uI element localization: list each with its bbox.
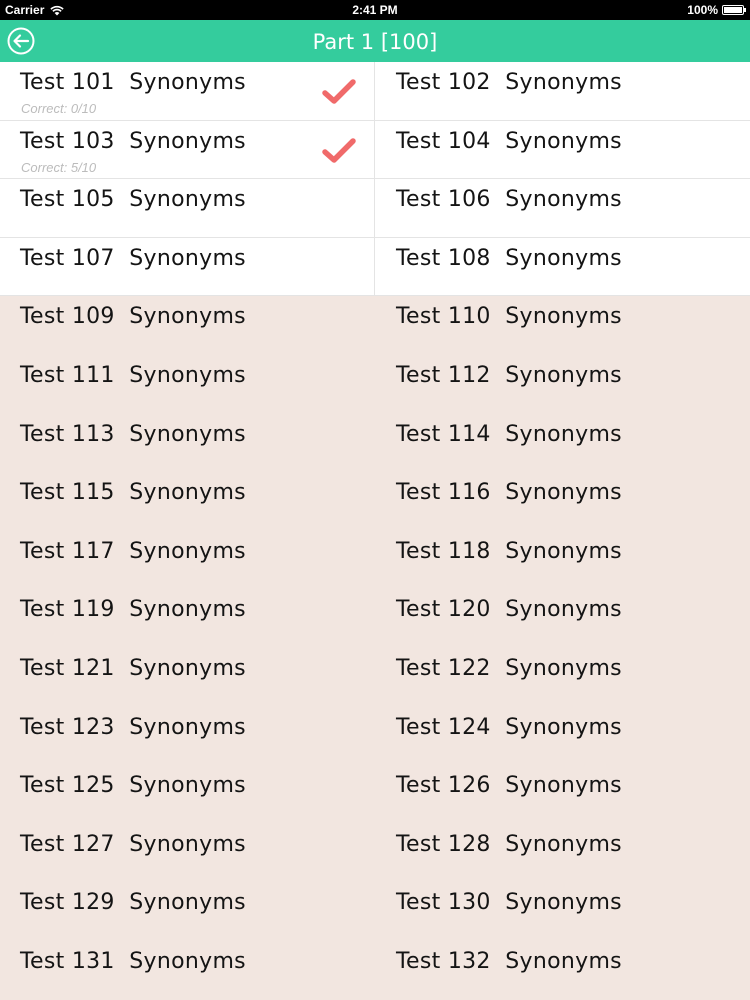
test-label: Test 105 Synonyms — [20, 187, 246, 213]
test-cell[interactable]: Test 131 Synonyms — [0, 941, 375, 1000]
test-cell[interactable]: Test 105 Synonyms — [0, 179, 375, 238]
test-cell[interactable]: Test 128 Synonyms — [375, 824, 750, 883]
test-row: Test 107 Synonyms Test 108 Synonyms — [0, 237, 750, 297]
test-row: Test 119 Synonyms Test 120 Synonyms — [0, 589, 750, 648]
test-label: Test 104 Synonyms — [396, 128, 622, 154]
battery-icon — [722, 5, 746, 15]
test-cell[interactable]: Test 109 Synonyms — [0, 296, 375, 355]
test-label: Test 118 Synonyms — [396, 538, 622, 564]
test-label: Test 123 Synonyms — [20, 714, 246, 740]
test-label: Test 126 Synonyms — [396, 773, 622, 799]
test-row: Test 131 Synonyms Test 132 Synonyms — [0, 941, 750, 1000]
test-label: Test 119 Synonyms — [20, 597, 246, 623]
test-label: Test 124 Synonyms — [396, 714, 622, 740]
test-cell[interactable]: Test 121 Synonyms — [0, 648, 375, 707]
test-row: Test 121 Synonyms Test 122 Synonyms — [0, 648, 750, 707]
test-label: Test 103 Synonyms — [20, 128, 246, 154]
test-label: Test 102 Synonyms — [396, 70, 622, 95]
test-cell[interactable]: Test 103 Synonyms Correct: 5/10 — [0, 120, 375, 180]
test-cell[interactable]: Test 127 Synonyms — [0, 824, 375, 883]
test-grid: Test 101 Synonyms Correct: 0/10 Test 102 S… — [0, 62, 750, 1000]
test-label: Test 121 Synonyms — [20, 655, 246, 681]
test-label: Test 106 Synonyms — [396, 187, 622, 213]
test-label: Test 120 Synonyms — [396, 597, 622, 623]
test-label: Test 129 Synonyms — [20, 890, 246, 916]
test-label: Test 130 Synonyms — [396, 890, 622, 916]
test-cell[interactable]: Test 120 Synonyms — [375, 589, 750, 648]
test-label: Test 101 Synonyms — [20, 70, 246, 95]
test-row: Test 117 Synonyms Test 118 Synonyms — [0, 531, 750, 590]
test-label: Test 108 Synonyms — [396, 245, 622, 271]
test-label: Test 114 Synonyms — [396, 421, 622, 447]
checkmark-icon — [322, 137, 356, 163]
test-label: Test 127 Synonyms — [20, 831, 246, 857]
test-cell[interactable]: Test 101 Synonyms Correct: 0/10 — [0, 62, 375, 121]
test-cell[interactable]: Test 129 Synonyms — [0, 882, 375, 941]
navigation-bar: Part 1 [100] — [0, 20, 750, 62]
test-cell[interactable]: Test 116 Synonyms — [375, 472, 750, 531]
test-label: Test 116 Synonyms — [396, 480, 622, 506]
test-cell[interactable]: Test 111 Synonyms — [0, 355, 375, 414]
test-cell[interactable]: Test 115 Synonyms — [0, 472, 375, 531]
test-row: Test 113 Synonyms Test 114 Synonyms — [0, 414, 750, 473]
test-label: Test 111 Synonyms — [20, 362, 246, 388]
test-cell[interactable]: Test 125 Synonyms — [0, 765, 375, 824]
test-score: Correct: 5/10 — [21, 159, 97, 175]
test-label: Test 131 Synonyms — [20, 948, 246, 974]
test-cell[interactable]: Test 132 Synonyms — [375, 941, 750, 1000]
test-cell[interactable]: Test 113 Synonyms — [0, 414, 375, 473]
test-cell[interactable]: Test 122 Synonyms — [375, 648, 750, 707]
status-time: 2:41 PM — [352, 3, 398, 17]
test-row: Test 127 Synonyms Test 128 Synonyms — [0, 824, 750, 883]
status-right: 100% — [687, 3, 746, 17]
test-score: Correct: 0/10 — [21, 101, 97, 116]
test-cell[interactable]: Test 104 Synonyms — [375, 120, 750, 180]
test-label: Test 132 Synonyms — [396, 948, 622, 974]
test-cell[interactable]: Test 126 Synonyms — [375, 765, 750, 824]
test-cell[interactable]: Test 106 Synonyms — [375, 179, 750, 238]
page-title: Part 1 [100] — [312, 30, 438, 54]
test-cell[interactable]: Test 124 Synonyms — [375, 707, 750, 766]
checkmark-icon — [322, 79, 356, 104]
status-bar: Carrier 2:41 PM 100% — [0, 0, 750, 20]
test-cell[interactable]: Test 107 Synonyms — [0, 237, 375, 297]
test-label: Test 112 Synonyms — [396, 362, 622, 388]
test-label: Test 128 Synonyms — [396, 831, 622, 857]
test-label: Test 115 Synonyms — [20, 480, 246, 506]
test-row: Test 115 Synonyms Test 116 Synonyms — [0, 472, 750, 531]
test-cell[interactable]: Test 102 Synonyms — [375, 62, 750, 121]
test-row: Test 125 Synonyms Test 126 Synonyms — [0, 765, 750, 824]
test-row: Test 101 Synonyms Correct: 0/10 Test 102 S… — [0, 62, 750, 121]
test-label: Test 113 Synonyms — [20, 421, 246, 447]
test-row: Test 129 Synonyms Test 130 Synonyms — [0, 882, 750, 941]
battery-percent: 100% — [687, 3, 718, 17]
test-cell[interactable]: Test 108 Synonyms — [375, 237, 750, 297]
test-cell[interactable]: Test 110 Synonyms — [375, 296, 750, 355]
test-cell[interactable]: Test 123 Synonyms — [0, 707, 375, 766]
test-cell[interactable]: Test 117 Synonyms — [0, 531, 375, 590]
test-cell[interactable]: Test 119 Synonyms — [0, 589, 375, 648]
test-label: Test 122 Synonyms — [396, 655, 622, 681]
test-cell[interactable]: Test 112 Synonyms — [375, 355, 750, 414]
test-cell[interactable]: Test 118 Synonyms — [375, 531, 750, 590]
test-label: Test 110 Synonyms — [396, 304, 622, 330]
test-row: Test 105 Synonyms Test 106 Synonyms — [0, 179, 750, 238]
test-row: Test 109 Synonyms Test 110 Synonyms — [0, 296, 750, 355]
test-row: Test 123 Synonyms Test 124 Synonyms — [0, 707, 750, 766]
test-row: Test 103 Synonyms Correct: 5/10 Test 104 S… — [0, 120, 750, 180]
test-row: Test 111 Synonyms Test 112 Synonyms — [0, 355, 750, 414]
test-label: Test 107 Synonyms — [20, 245, 246, 271]
test-label: Test 125 Synonyms — [20, 773, 246, 799]
test-label: Test 117 Synonyms — [20, 538, 246, 564]
test-cell[interactable]: Test 130 Synonyms — [375, 882, 750, 941]
test-cell[interactable]: Test 114 Synonyms — [375, 414, 750, 473]
test-label: Test 109 Synonyms — [20, 304, 246, 330]
